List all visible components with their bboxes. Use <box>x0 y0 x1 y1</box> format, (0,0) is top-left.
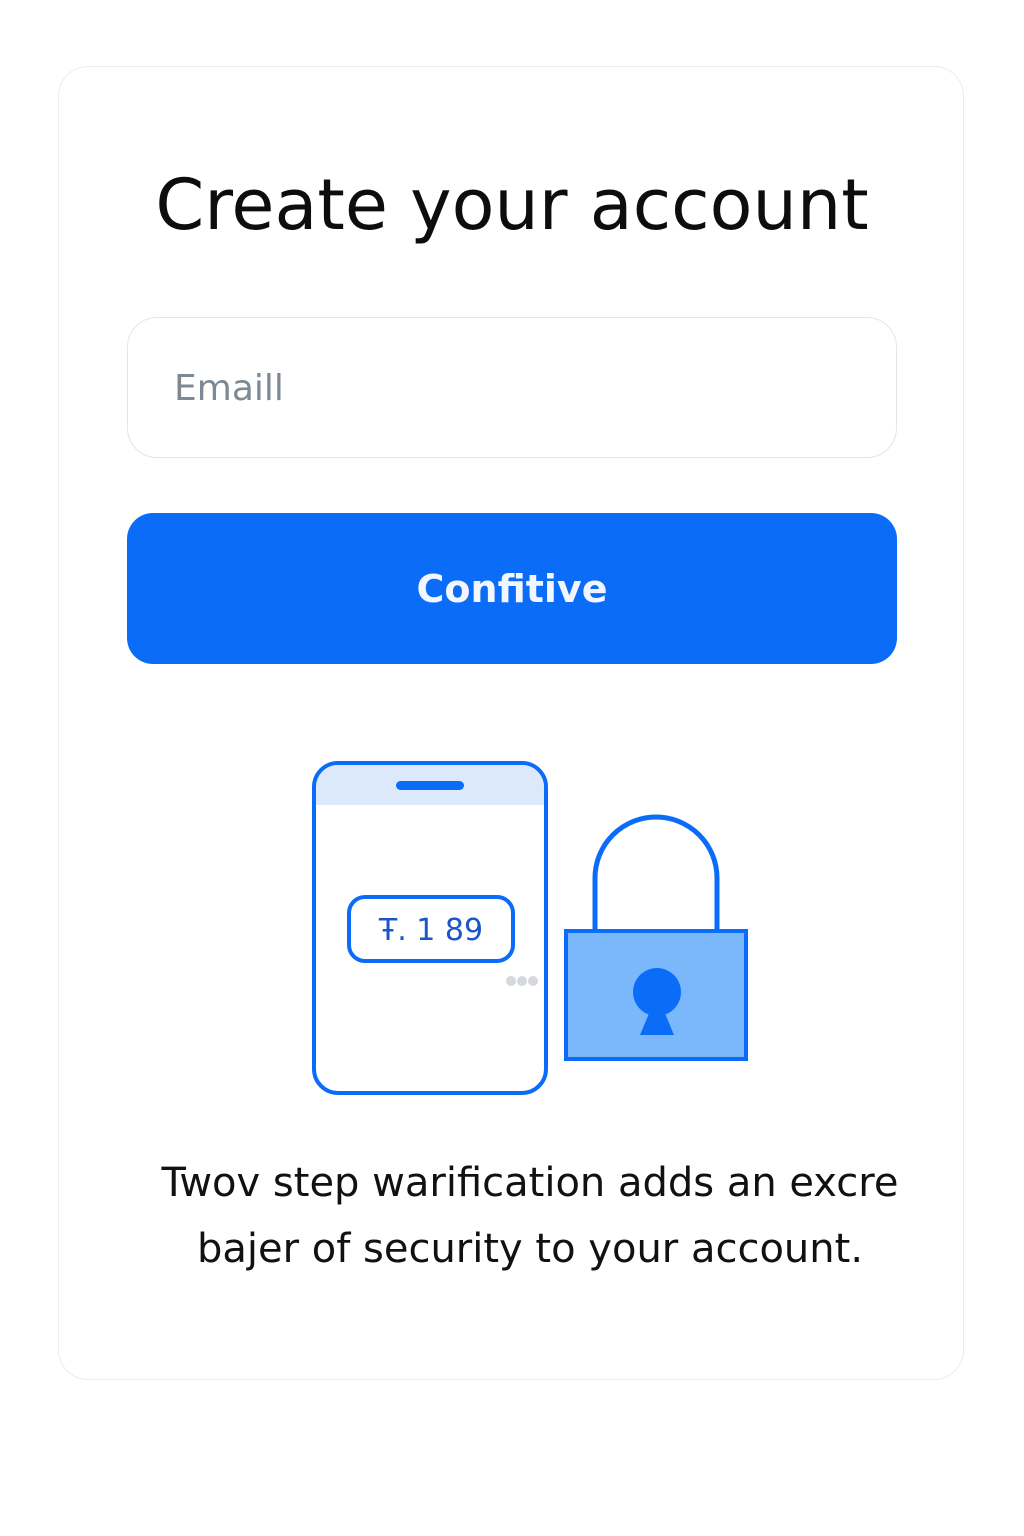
padlock-icon <box>564 814 748 1061</box>
email-input[interactable] <box>172 318 856 458</box>
two-step-description: Twov step warification adds an excre baj… <box>150 1150 910 1282</box>
two-step-illustration: Ŧ. 1 89 <box>300 755 760 1105</box>
description-line-2: bajer of security to your account. <box>196 1226 864 1272</box>
phone-icon: Ŧ. 1 89 <box>312 761 548 1095</box>
verification-code: Ŧ. 1 89 <box>378 913 483 948</box>
email-field[interactable] <box>127 317 897 458</box>
page-title: Create your account <box>155 164 869 246</box>
description-line-1: Twov step warification adds an excre <box>161 1160 899 1206</box>
continue-button[interactable]: Confitive <box>127 513 897 664</box>
